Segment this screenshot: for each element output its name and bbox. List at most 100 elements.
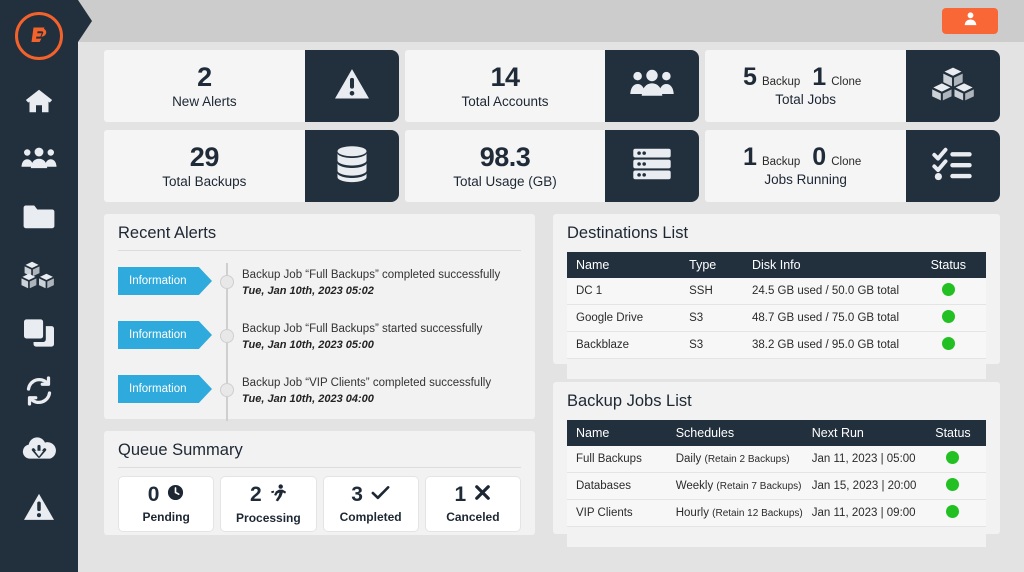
destinations-table-body: DC 1 SSH 24.5 GB used / 50.0 GB total Go… <box>567 278 986 359</box>
stat-secondary-value: 1 <box>812 65 826 90</box>
sidebar-item-alerts[interactable] <box>0 478 78 536</box>
server-icon <box>631 147 673 186</box>
alert-message: Backup Job “VIP Clients” completed succe… <box>242 376 521 392</box>
home-icon <box>22 86 56 116</box>
stat-card-total-usage[interactable]: 98.3 Total Usage (GB) <box>405 130 700 202</box>
alert-text: Backup Job “Full Backups” started succes… <box>242 313 521 353</box>
table-row[interactable]: Databases Weekly (Retain 7 Backups) Jan … <box>567 473 986 500</box>
schedule-retention: (Retain 7 Backups) <box>716 481 801 492</box>
stat-label: Jobs Running <box>764 172 847 187</box>
user-menu-button[interactable] <box>942 8 998 34</box>
column-header-status[interactable]: Status <box>911 252 986 278</box>
queue-item-label: Completed <box>340 510 402 524</box>
sidebar-item-sync[interactable] <box>0 362 78 420</box>
database-icon <box>334 145 370 188</box>
app-logo[interactable] <box>15 12 63 60</box>
table-row[interactable]: Google Drive S3 48.7 GB used / 75.0 GB t… <box>567 305 986 332</box>
sidebar-item-jobs[interactable] <box>0 246 78 304</box>
stat-card-total-jobs[interactable]: 5 Backup 1 Clone Total Jobs <box>705 50 1000 122</box>
table-footer-space <box>567 359 986 379</box>
sidebar-item-clones[interactable] <box>0 304 78 362</box>
schedule-main: Weekly <box>676 480 714 492</box>
stat-primary-value: 5 <box>743 65 757 90</box>
queue-summary-panel: Queue Summary 0 <box>104 431 535 535</box>
stat-card-total-accounts[interactable]: 14 Total Accounts <box>405 50 700 122</box>
cell-status <box>920 446 986 473</box>
stat-icon-box <box>605 50 699 122</box>
alert-text: Backup Job “Full Backups” completed succ… <box>242 259 521 299</box>
column-header-name[interactable]: Name <box>567 252 680 278</box>
users-icon <box>21 145 57 173</box>
alert-severity-badge: Information <box>118 267 212 295</box>
stat-value: 2 <box>197 63 212 91</box>
stat-card-jobs-running[interactable]: 1 Backup 0 Clone Jobs Running <box>705 130 1000 202</box>
status-dot-icon <box>942 283 955 296</box>
column-header-type[interactable]: Type <box>680 252 743 278</box>
queue-item-label: Pending <box>142 510 189 524</box>
alert-timestamp: Tue, Jan 10th, 2023 05:02 <box>242 284 521 299</box>
runner-icon <box>270 484 287 506</box>
backup-jobs-list-title: Backup Jobs List <box>567 392 986 420</box>
copy-icon <box>22 318 56 348</box>
cell-status <box>920 500 986 527</box>
cell-schedule: Weekly (Retain 7 Backups) <box>667 473 803 500</box>
boxes-icon <box>931 66 975 107</box>
stat-icon-box <box>906 130 1000 202</box>
stat-label: Total Jobs <box>775 92 836 107</box>
queue-item-processing[interactable]: 2 Processing <box>220 476 316 532</box>
stat-primary-word: Backup <box>762 157 800 169</box>
cell-type: SSH <box>680 278 743 305</box>
stat-card-body: 1 Backup 0 Clone Jobs Running <box>705 130 906 202</box>
left-panel-column: Recent Alerts Information Backup Job “Fu… <box>104 214 535 535</box>
destinations-list-panel: Destinations List Name Type Disk Info St… <box>553 214 1000 364</box>
column-header-next-run[interactable]: Next Run <box>803 420 920 446</box>
timeline-dot-icon <box>220 275 234 289</box>
queue-item-completed[interactable]: 3 Completed <box>323 476 419 532</box>
cell-name: DC 1 <box>567 278 680 305</box>
alert-item[interactable]: Information Backup Job “Full Backups” co… <box>118 259 521 313</box>
table-row[interactable]: Backblaze S3 38.2 GB used / 95.0 GB tota… <box>567 332 986 359</box>
status-dot-icon <box>946 451 959 464</box>
column-header-disk-info[interactable]: Disk Info <box>743 252 911 278</box>
sidebar <box>0 0 78 572</box>
cell-name: VIP Clients <box>567 500 667 527</box>
column-header-status[interactable]: Status <box>920 420 986 446</box>
queue-item-pending[interactable]: 0 Pending <box>118 476 214 532</box>
stat-label: Total Accounts <box>461 94 548 109</box>
queue-item-label: Canceled <box>446 510 499 524</box>
cell-name: Full Backups <box>567 446 667 473</box>
stat-card-body: 98.3 Total Usage (GB) <box>405 130 606 202</box>
alert-text: Backup Job “VIP Clients” completed succe… <box>242 367 521 407</box>
table-row[interactable]: VIP Clients Hourly (Retain 12 Backups) J… <box>567 500 986 527</box>
queue-item-top: 1 <box>455 484 492 505</box>
queue-item-value: 2 <box>250 484 262 505</box>
sidebar-item-files[interactable] <box>0 188 78 246</box>
sidebar-item-accounts[interactable] <box>0 130 78 188</box>
cell-next-run: Jan 15, 2023 | 20:00 <box>803 473 920 500</box>
table-row[interactable]: DC 1 SSH 24.5 GB used / 50.0 GB total <box>567 278 986 305</box>
backup-jobs-table-head: Name Schedules Next Run Status <box>567 420 986 446</box>
right-panel-column: Destinations List Name Type Disk Info St… <box>553 214 1000 535</box>
schedule-main: Daily <box>676 453 702 465</box>
alert-timestamp: Tue, Jan 10th, 2023 04:00 <box>242 392 521 407</box>
stat-card-new-alerts[interactable]: 2 New Alerts <box>104 50 399 122</box>
queue-item-top: 3 <box>351 484 390 505</box>
sidebar-item-home[interactable] <box>0 72 78 130</box>
stat-card-total-backups[interactable]: 29 Total Backups <box>104 130 399 202</box>
cloud-download-icon <box>21 435 57 463</box>
column-header-name[interactable]: Name <box>567 420 667 446</box>
timeline-spine <box>212 313 242 367</box>
queue-item-canceled[interactable]: 1 Canceled <box>425 476 521 532</box>
sidebar-item-restore[interactable] <box>0 420 78 478</box>
alert-timestamp: Tue, Jan 10th, 2023 05:00 <box>242 338 521 353</box>
alert-item[interactable]: Information Backup Job “VIP Clients” com… <box>118 367 521 421</box>
alert-severity-badge: Information <box>118 375 212 403</box>
table-row[interactable]: Full Backups Daily (Retain 2 Backups) Ja… <box>567 446 986 473</box>
column-header-schedules[interactable]: Schedules <box>667 420 803 446</box>
queue-items: 0 Pending <box>118 476 521 532</box>
cell-status <box>911 278 986 305</box>
queue-item-top: 2 <box>250 484 287 506</box>
alert-triangle-icon <box>333 67 371 106</box>
cell-type: S3 <box>680 332 743 359</box>
alert-item[interactable]: Information Backup Job “Full Backups” st… <box>118 313 521 367</box>
